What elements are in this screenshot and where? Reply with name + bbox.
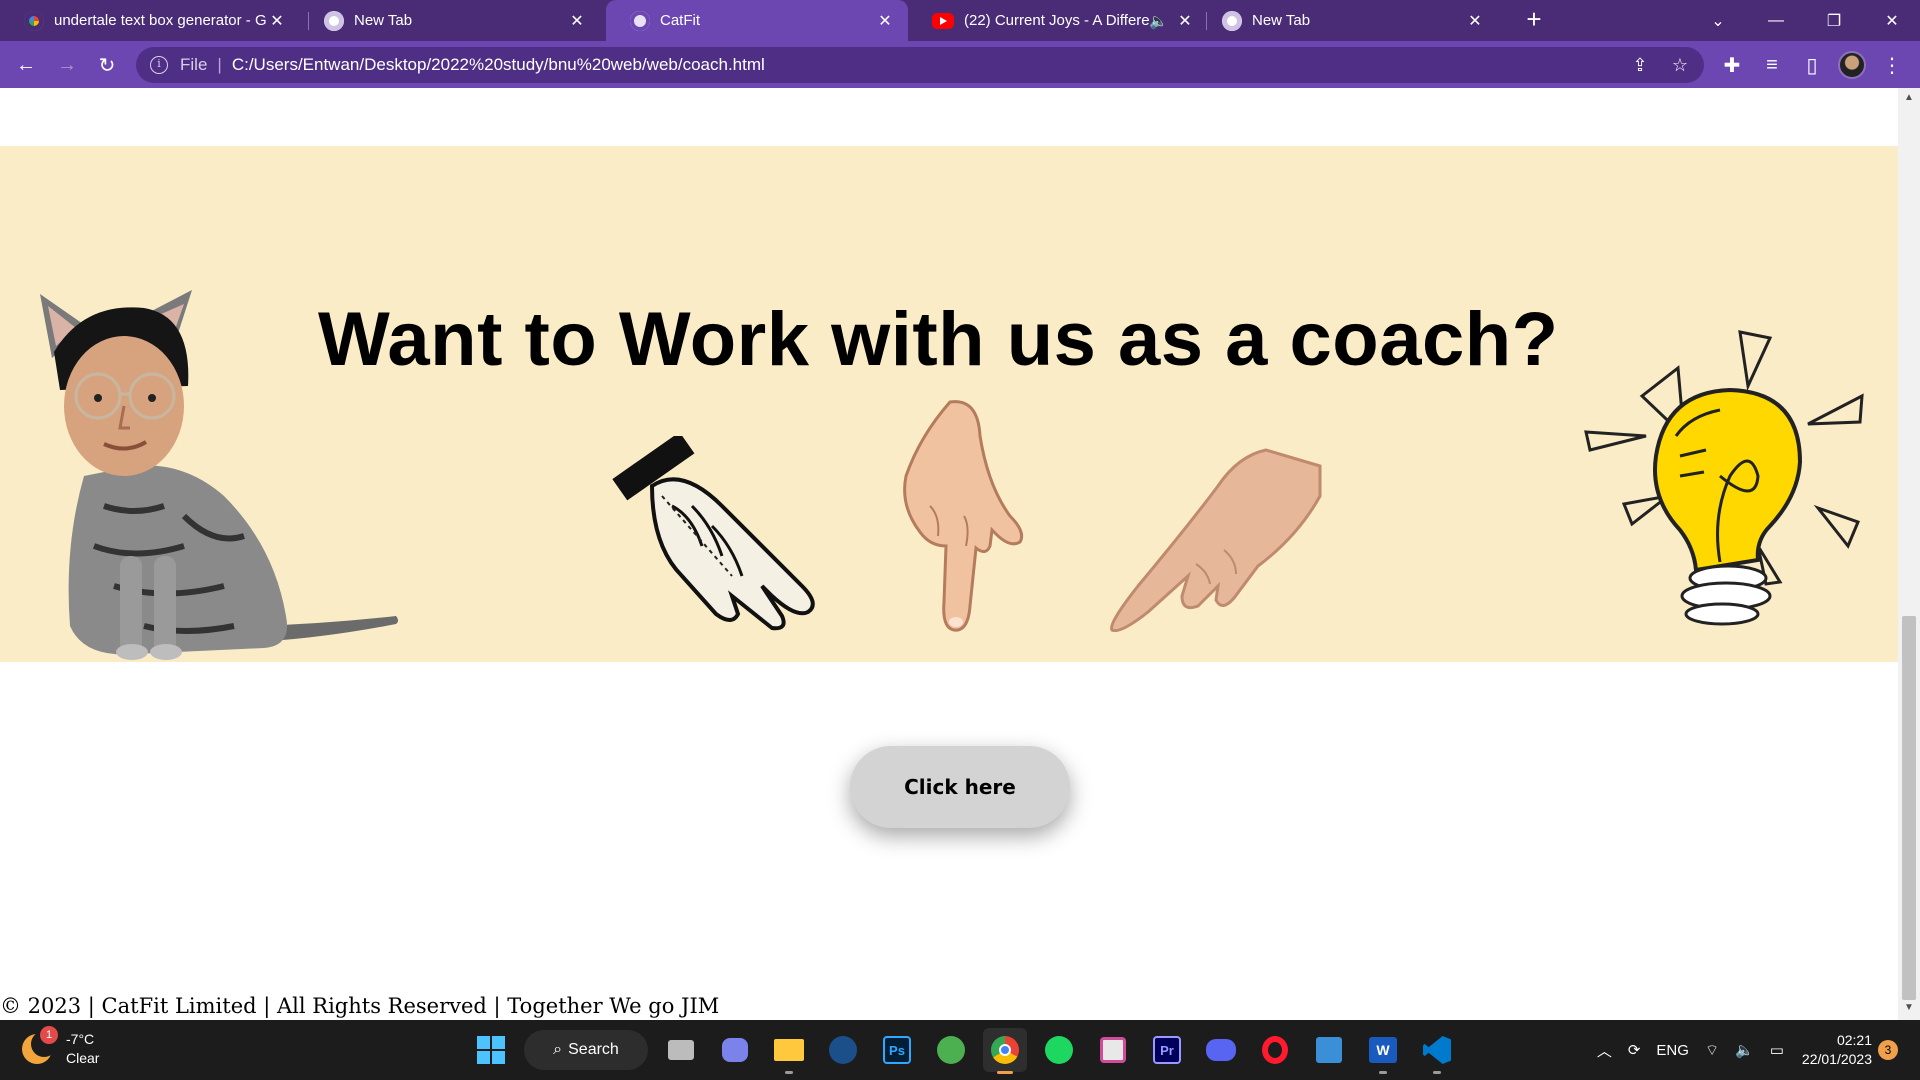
tab-title: New Tab (354, 12, 413, 29)
pointing-hand-left-image (1110, 448, 1322, 633)
tab-strip: undertale text box generator - Go ✕ New … (0, 0, 1920, 41)
tab-youtube[interactable]: (22) Current Joys - A Differen 🔈 ✕ (908, 0, 1208, 41)
network-tool-icon[interactable] (1307, 1028, 1351, 1072)
sync-icon[interactable]: ⟳ (1628, 1041, 1641, 1059)
tab-catfit[interactable]: CatFit ✕ (606, 0, 908, 41)
restore-button[interactable]: ❐ (1806, 0, 1862, 41)
minimize-button[interactable]: — (1748, 0, 1804, 41)
teams-chat-icon[interactable] (713, 1028, 757, 1072)
url-scheme: File (180, 55, 208, 74)
site-info-icon[interactable]: i (150, 56, 168, 74)
tab-new-tab-1[interactable]: New Tab ✕ (300, 0, 600, 41)
page-scrollbar[interactable]: ▲ ▼ (1898, 88, 1920, 1020)
search-icon: ⌕ (553, 1041, 563, 1058)
spotify-icon[interactable] (1037, 1028, 1081, 1072)
scrollbar-thumb[interactable] (1902, 616, 1916, 1000)
globe-icon (630, 10, 650, 31)
tab-title: undertale text box generator - Go (54, 12, 266, 29)
url-divider: | (217, 55, 222, 74)
task-view-icon[interactable] (659, 1028, 703, 1072)
youtube-icon (932, 12, 954, 29)
menu-kebab-icon[interactable]: ⋮ (1876, 49, 1908, 81)
close-icon[interactable]: ✕ (874, 11, 896, 31)
volume-icon[interactable]: 🔈 (1735, 1041, 1754, 1059)
steam-icon[interactable] (821, 1028, 865, 1072)
google-icon (24, 10, 44, 31)
close-icon[interactable]: ✕ (566, 11, 588, 31)
tab-search-chevron-icon[interactable]: ⌄ (1690, 0, 1746, 41)
profile-avatar[interactable] (1838, 51, 1866, 79)
file-explorer-icon[interactable] (767, 1028, 811, 1074)
share-icon[interactable]: ⇪ (1626, 55, 1654, 77)
close-icon[interactable]: ✕ (266, 11, 288, 31)
taskbar-apps: ⌕ Search Ps Pr W (464, 1028, 1464, 1074)
close-icon[interactable]: ✕ (1174, 11, 1196, 31)
weather-badge: 1 (40, 1026, 58, 1044)
word-icon[interactable]: W (1361, 1028, 1405, 1074)
close-icon[interactable]: ✕ (1464, 11, 1486, 31)
tab-title: CatFit (660, 12, 701, 29)
discord-icon[interactable] (1199, 1028, 1243, 1072)
chevron-up-icon[interactable]: ︿ (1597, 1040, 1612, 1061)
browser-toolbar: ← → ↻ i File | C:/Users/Entwan/Desktop/2… (0, 41, 1920, 88)
battery-icon[interactable]: ▭ (1770, 1041, 1784, 1059)
media-queue-icon[interactable]: ≡ (1756, 49, 1788, 81)
tab-title: (22) Current Joys - A Differen (964, 12, 1150, 29)
reload-button[interactable]: ↻ (91, 49, 123, 81)
tab-new-tab-2[interactable]: New Tab ✕ (1198, 0, 1498, 41)
extensions-puzzle-icon[interactable]: ✚ (1716, 49, 1748, 81)
back-button[interactable]: ← (10, 49, 42, 81)
url-text: C:/Users/Entwan/Desktop/2022%20study/bnu… (231, 55, 765, 74)
system-clock[interactable]: 02:21 22/01/2023 (1802, 1031, 1872, 1069)
window-close-button[interactable]: ✕ (1864, 0, 1920, 41)
chrome-icon (324, 10, 344, 31)
notification-badge[interactable]: 3 (1878, 1040, 1898, 1060)
clock-time: 02:21 (1836, 1032, 1872, 1048)
new-tab-button[interactable]: + (1520, 6, 1548, 34)
weather-temperature: -7°C (66, 1031, 95, 1047)
forward-button[interactable]: → (51, 49, 83, 81)
chrome-icon (1222, 10, 1242, 31)
light-bulb-idea-image (1584, 330, 1864, 626)
pointing-hand-engraving-image (612, 436, 815, 631)
taskbar-search[interactable]: ⌕ Search (524, 1030, 648, 1070)
photoshop-icon[interactable]: Ps (875, 1028, 919, 1072)
hero-title: Want to Work with us as a coach? (318, 297, 1559, 382)
windows-start-icon[interactable] (469, 1028, 513, 1072)
premiere-pro-icon[interactable]: Pr (1145, 1028, 1189, 1072)
pointing-hand-down-image (903, 400, 1024, 632)
opera-icon[interactable] (1253, 1028, 1297, 1072)
coach-hero-banner: Want to Work with us as a coach? (0, 146, 1898, 662)
utorrent-icon[interactable] (929, 1028, 973, 1072)
side-panel-icon[interactable]: ▯ (1796, 49, 1828, 81)
search-label: Search (568, 1041, 619, 1058)
weather-widget[interactable]: 1 -7°C Clear (22, 1026, 100, 1068)
weather-condition: Clear (66, 1050, 100, 1066)
address-bar[interactable]: i File | C:/Users/Entwan/Desktop/2022%20… (136, 47, 1704, 83)
snipping-tool-icon[interactable] (1091, 1028, 1135, 1072)
page-viewport: Want to Work with us as a coach? Click h… (0, 88, 1898, 1020)
chrome-taskbar-icon[interactable] (983, 1028, 1027, 1074)
clock-date: 22/01/2023 (1801, 1051, 1872, 1067)
scroll-down-arrow-icon[interactable]: ▼ (1898, 1002, 1920, 1016)
tab-title: New Tab (1252, 12, 1311, 29)
click-here-button[interactable]: Click here (850, 746, 1070, 828)
wifi-icon[interactable]: ⌔ (1705, 1041, 1719, 1060)
scroll-up-arrow-icon[interactable]: ▲ (1898, 92, 1920, 106)
speaker-icon[interactable]: 🔈 (1149, 12, 1168, 30)
system-tray: ︿ ⟳ ENG ⌔ 🔈 ▭ 02:21 22/01/2023 3 (1589, 1020, 1920, 1080)
footer-copyright: © 2023 | CatFit Limited | All Rights Res… (0, 994, 720, 1018)
vscode-icon[interactable] (1415, 1028, 1459, 1074)
windows-taskbar: 1 -7°C Clear ⌕ Search Ps Pr W ︿ ⟳ ENG ⌔ … (0, 1020, 1920, 1080)
tab-undertale[interactable]: undertale text box generator - Go ✕ (0, 0, 300, 41)
language-indicator[interactable]: ENG (1656, 1042, 1689, 1059)
bookmark-star-icon[interactable]: ☆ (1666, 55, 1694, 77)
